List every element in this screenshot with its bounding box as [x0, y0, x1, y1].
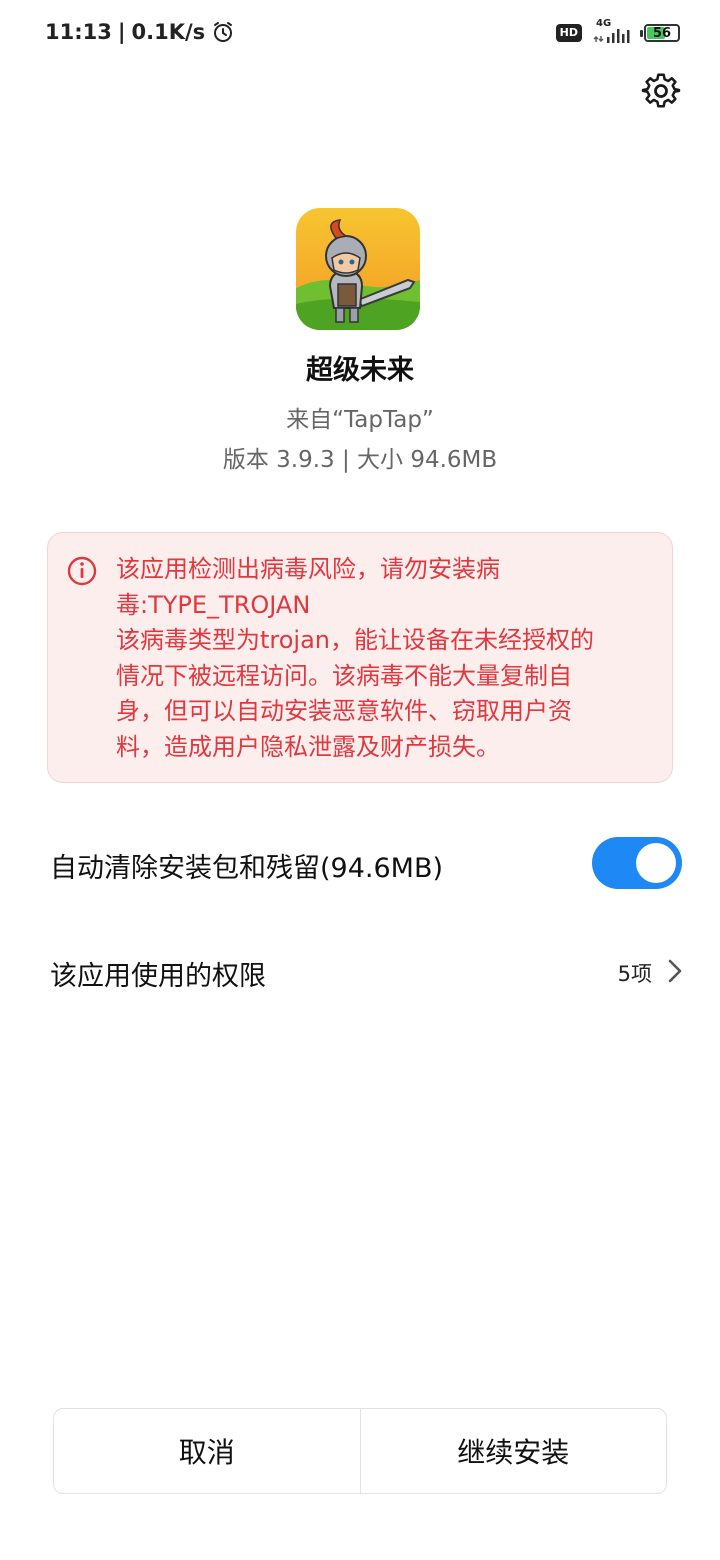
status-time: 11:13	[45, 20, 112, 44]
battery-level: 56	[652, 25, 672, 41]
app-icon	[296, 208, 420, 330]
status-left: 11:13 | 0.1K/s	[45, 20, 235, 44]
warning-line: 该病毒类型为trojan，能让设备在未经授权的	[116, 626, 595, 654]
settings-button[interactable]	[640, 70, 682, 112]
permissions-row[interactable]: 该应用使用的权限 5项	[0, 940, 720, 1004]
gear-icon	[641, 73, 681, 108]
warning-text: 该应用检测出病毒风险，请勿安装病 毒:TYPE_TROJAN 该病毒类型为tro…	[116, 552, 646, 765]
permissions-label: 该应用使用的权限	[50, 961, 266, 992]
app-source: 来自“TapTap”	[286, 407, 434, 433]
toggle-knob	[636, 843, 676, 883]
continue-install-button[interactable]: 继续安装	[361, 1409, 667, 1493]
auto-clean-label: 自动清除安装包和残留(94.6MB)	[50, 853, 444, 884]
warning-line: 料，造成用户隐私泄露及财产损失。	[116, 732, 500, 761]
net-speed: 0.1K/s	[131, 20, 206, 44]
warning-line: 身，但可以自动安装恶意软件、窃取用户资	[116, 697, 572, 725]
status-right: HD 4G 56	[555, 18, 680, 46]
alarm-clock-icon	[214, 22, 233, 42]
knight-warrior-app-icon	[296, 208, 420, 330]
cancel-button[interactable]: 取消	[54, 1409, 360, 1493]
chevron-right-icon	[668, 959, 682, 983]
hd-badge: HD	[555, 24, 582, 42]
signal-bars-icon	[593, 29, 630, 43]
signal-indicator: 4G	[592, 18, 632, 46]
auto-clean-toggle[interactable]	[592, 837, 682, 889]
battery-tip	[640, 30, 643, 37]
warning-line: 该应用检测出病毒风险，请勿安装病	[116, 555, 500, 583]
status-bar: 11:13 | 0.1K/s HD 4G 56	[0, 0, 720, 66]
app-name: 超级未来	[306, 355, 414, 386]
permissions-count: 5项	[617, 962, 652, 986]
status-separator: |	[117, 20, 126, 44]
bottom-button-bar: 取消 继续安装	[53, 1408, 667, 1494]
warning-line: 情况下被远程访问。该病毒不能大量复制自	[116, 661, 572, 690]
warning-line: 毒:TYPE_TROJAN	[116, 590, 311, 619]
app-version-info: 版本 3.9.3 | 大小 94.6MB	[222, 447, 498, 473]
info-circle-icon	[67, 556, 97, 586]
auto-clean-row: 自动清除安装包和残留(94.6MB)	[0, 832, 720, 896]
battery-indicator: 56	[640, 24, 680, 42]
virus-warning-box: 该应用检测出病毒风险，请勿安装病 毒:TYPE_TROJAN 该病毒类型为tro…	[47, 532, 673, 783]
